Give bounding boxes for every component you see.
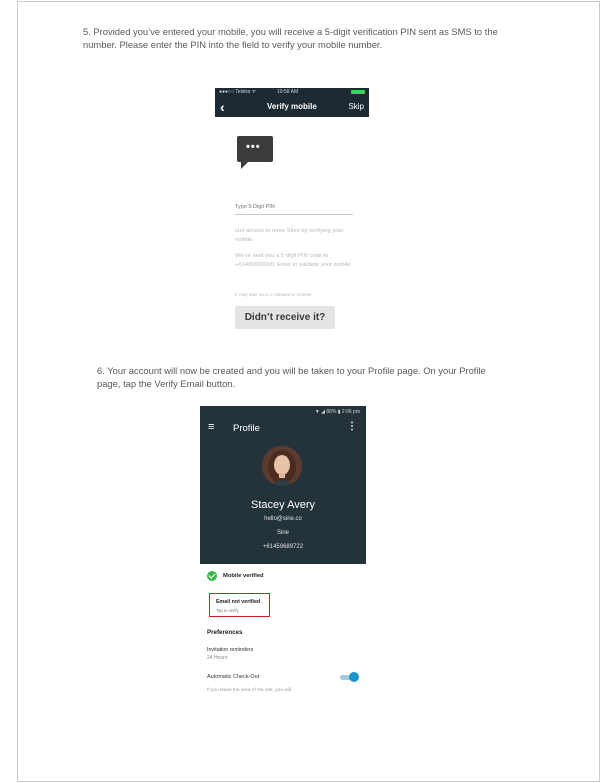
profile-screenshot: ▼ ◢ 88% ▮ 2:06 pm ≡ Profile ⋮ Stacey Ave… [200,406,366,702]
info-sent-text: We’ve sent you a 5 digit PIN code to +61… [235,253,353,268]
step-6-instruction: 6. Your account will now be created and … [97,365,486,389]
verify-mobile-screenshot: ●●●○○ Telstra ᯤ 10:58 AM ‹ Verify mobile… [215,88,369,338]
auto-checkout-description: If you leave the area of the site, you w… [207,688,291,693]
mobile-verified-label: Mobile verified [223,573,264,579]
check-circle-icon [207,571,217,581]
avatar[interactable] [262,446,302,486]
verify-email-button[interactable]: Email not verified Tap to verify [209,593,270,617]
email-status-label: Email not verified [216,599,261,605]
preferences-heading: Preferences [207,629,243,636]
chat-bubble-icon: ••• [237,136,273,169]
nav-bar: ‹ Verify mobile Skip [215,97,369,117]
avatar-portrait-icon [262,446,302,486]
step-5-instruction: 5. Provided you’ve entered your mobile, … [83,26,498,50]
battery-icon [351,90,365,94]
ios-status-bar: ●●●○○ Telstra ᯤ 10:58 AM [215,88,369,97]
chat-dots: ••• [246,141,261,153]
back-chevron-icon[interactable]: ‹ [220,98,225,116]
nav-title: Verify mobile [267,102,317,111]
toggle-knob [349,672,359,682]
profile-header: ▼ ◢ 88% ▮ 2:06 pm ≡ Profile ⋮ Stacey Ave… [200,406,366,564]
hamburger-menu-icon[interactable]: ≡ [208,422,214,433]
profile-company: Sine [276,530,289,536]
invitation-reminders-value: 24 Hours [207,655,228,661]
profile-title: Profile [233,423,260,434]
overflow-menu-icon[interactable]: ⋮ [347,421,357,432]
email-hint: Tap to verify [216,608,239,613]
profile-name: Stacey Avery [251,499,315,511]
carrier-label: ●●●○○ Telstra ᯤ [219,89,257,95]
status-bar: ▼ ◢ 88% ▮ 2:06 pm [314,409,360,415]
info-wait-text: It may take up to 2 minutes to receive. [235,292,313,297]
skip-button[interactable]: Skip [348,102,364,111]
profile-email: hello@sine.co [264,516,302,522]
auto-checkout-label: Automatic Check-Out [207,674,260,680]
info-access-text: Get access to more Sites by verifying yo… [235,228,344,243]
status-time: 10:58 AM [277,89,299,95]
auto-checkout-toggle[interactable] [340,672,359,682]
profile-phone: +61459689722 [262,544,304,550]
invitation-reminders-label[interactable]: Invitation reminders [207,647,253,653]
didnt-receive-button[interactable]: Didn’t receive it? [235,306,335,329]
pin-input[interactable] [235,200,353,215]
